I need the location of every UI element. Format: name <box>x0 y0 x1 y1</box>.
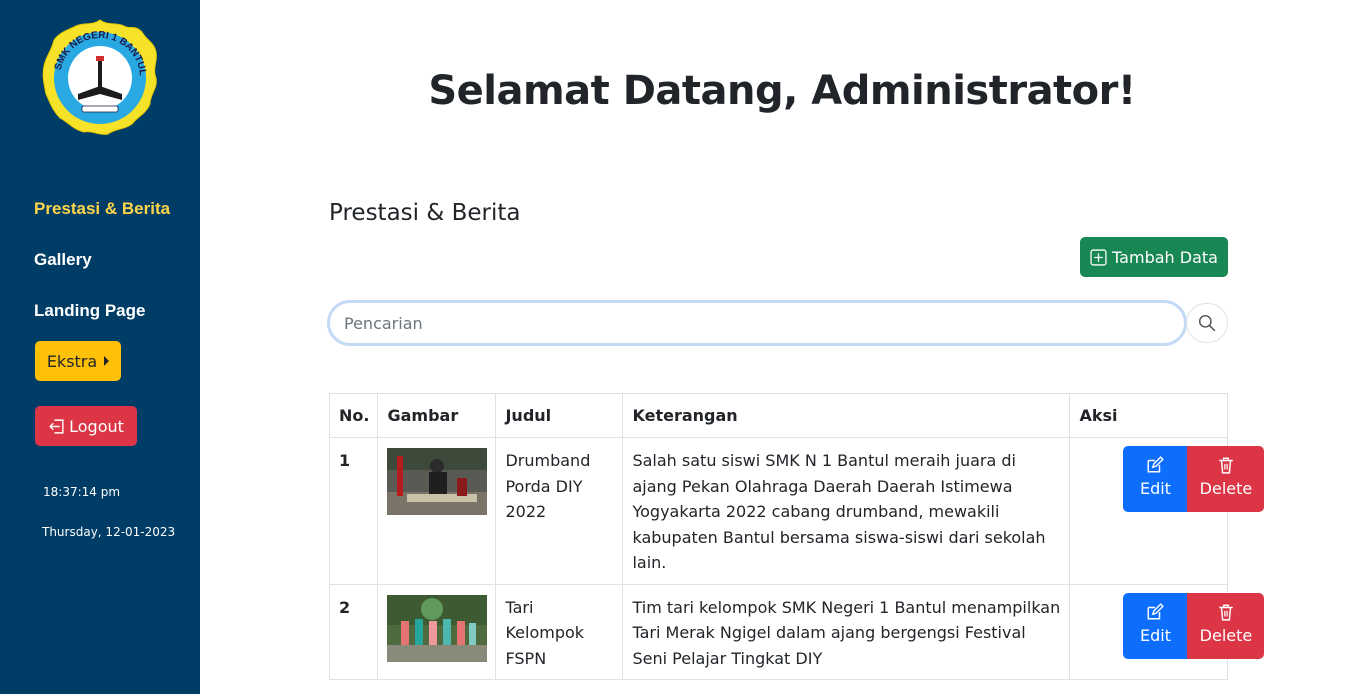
add-data-label: Tambah Data <box>1112 247 1218 267</box>
cell-no: 1 <box>328 437 379 585</box>
col-header-gambar: Gambar <box>377 393 497 438</box>
delete-button[interactable]: Delete <box>1187 446 1265 512</box>
sidebar-item-landing-page[interactable]: Landing Page <box>34 301 145 321</box>
delete-label: Delete <box>1199 625 1253 645</box>
plus-square-icon <box>1090 248 1107 266</box>
trash-icon <box>1219 604 1233 621</box>
trash-icon <box>1219 457 1233 474</box>
logout-icon <box>49 418 64 434</box>
edit-label: Edit <box>1139 625 1171 645</box>
welcome-heading: Selamat Datang, Administrator! <box>428 68 1136 114</box>
sidebar-item-gallery[interactable]: Gallery <box>34 250 92 270</box>
search-icon <box>1198 314 1216 332</box>
edit-button[interactable]: Edit <box>1123 592 1188 659</box>
edit-label: Edit <box>1139 479 1171 499</box>
sidebar-item-prestasi-berita[interactable]: Prestasi & Berita <box>34 199 170 219</box>
table-row: 2 Tari Kelompok FSPN Tim tari kelompok S… <box>328 583 1265 680</box>
col-header-keterangan: Keterangan <box>622 393 1071 438</box>
cell-gambar <box>377 583 497 680</box>
section-title: Prestasi & Berita <box>329 200 521 226</box>
logout-label: Logout <box>69 416 124 436</box>
thumbnail-image <box>387 448 488 515</box>
table-header-row: No. Gambar Judul Keterangan Aksi <box>328 393 1228 438</box>
clock-date: Thursday, 12-01-2023 <box>42 525 176 539</box>
add-data-button[interactable]: Tambah Data <box>1080 237 1228 277</box>
pencil-square-icon <box>1147 456 1165 473</box>
cell-gambar <box>377 437 497 585</box>
sidebar: SMK NEGERI 1 BANTUL Prestasi & Berita Ga… <box>0 0 200 694</box>
edit-button[interactable]: Edit <box>1123 446 1188 512</box>
cell-keterangan: Salah satu siswi SMK N 1 Bantul meraih j… <box>622 437 1071 585</box>
cell-no: 2 <box>328 583 379 680</box>
data-table: No. Gambar Judul Keterangan Aksi 1 Drumb… <box>328 393 1265 680</box>
delete-button[interactable]: Delete <box>1187 592 1265 659</box>
action-group: Edit Delete <box>1123 446 1265 512</box>
cell-judul: Drumband Porda DIY 2022 <box>495 437 624 585</box>
logout-button[interactable]: Logout <box>35 406 137 446</box>
action-group-wrapper: Edit Delete <box>1079 446 1265 514</box>
col-header-no: No. <box>328 393 379 438</box>
cell-aksi: Edit Delete <box>1069 437 1265 585</box>
cell-judul: Tari Kelompok FSPN <box>495 583 624 680</box>
delete-label: Delete <box>1199 479 1253 499</box>
action-group-wrapper: Edit Delete <box>1079 592 1265 661</box>
search-button[interactable] <box>1186 303 1228 343</box>
ekstra-dropdown-button[interactable]: Ekstra <box>35 341 121 381</box>
thumbnail-image <box>387 594 488 662</box>
clock-time: 18:37:14 pm <box>43 485 121 499</box>
action-group: Edit Delete <box>1123 592 1265 659</box>
search-input[interactable] <box>327 300 1187 346</box>
caret-right-icon <box>104 356 110 366</box>
pencil-square-icon <box>1147 602 1165 620</box>
ekstra-label: Ekstra <box>46 351 98 371</box>
table-row: 1 Drumband Porda DIY 2022 Salah satu sis… <box>328 437 1265 585</box>
col-header-aksi: Aksi <box>1069 393 1228 438</box>
col-header-judul: Judul <box>495 393 624 438</box>
cell-keterangan: Tim tari kelompok SMK Negeri 1 Bantul me… <box>622 583 1071 680</box>
school-logo: SMK NEGERI 1 BANTUL <box>42 19 157 135</box>
cell-aksi: Edit Delete <box>1069 583 1265 680</box>
